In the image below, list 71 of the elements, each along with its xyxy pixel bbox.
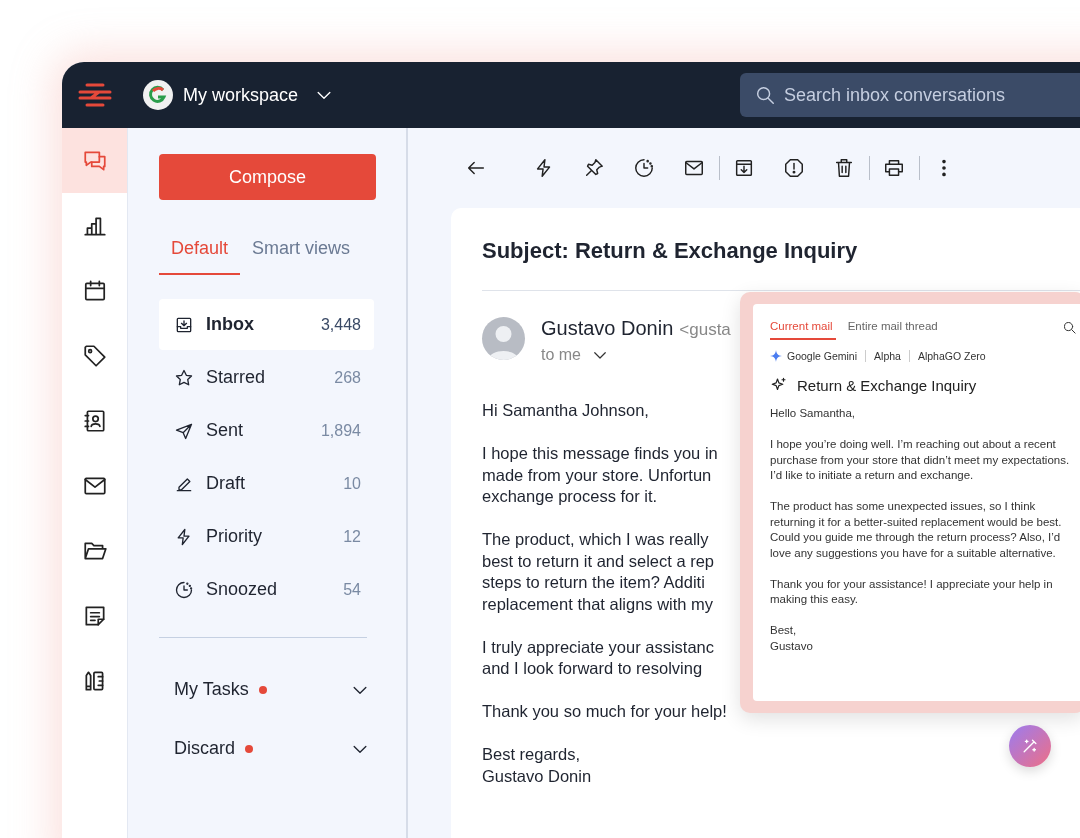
section-header[interactable]: Discard — [159, 719, 374, 778]
recipient-label: to me — [541, 346, 581, 364]
search-icon[interactable] — [1062, 320, 1077, 335]
draft-text: Hello Samantha, — [770, 406, 857, 421]
mail-subject: Subject: Return & Exchange Inquiry — [482, 238, 1080, 291]
mail-body-line: The product, which I was really — [482, 529, 709, 550]
mail-body-line: Best regards, — [482, 744, 581, 765]
folder-item[interactable]: Priority 12 — [159, 511, 374, 562]
archive-box-icon[interactable] — [733, 157, 755, 179]
mail-body-line: Hi Samantha Johnson, — [482, 400, 649, 421]
mail-body-line: and I look forward to resolving — [482, 658, 703, 679]
draft-text: I hope you’re doing well. I’m reaching out about a recent purchase from your store that didn’t meet my expectations. I’d like to initiate a return and exchange. — [770, 437, 1071, 483]
assistant-tab[interactable]: Entire mail thread — [847, 320, 938, 340]
mail-body-line: steps to return the item? Additi — [482, 572, 705, 593]
folder-item[interactable]: Sent 1,894 — [159, 405, 374, 456]
model-option[interactable]: AlphaGO Zero — [917, 350, 986, 362]
folder-count: 10 — [343, 474, 361, 493]
folder-label: Priority — [206, 526, 262, 547]
folder-label: Snoozed — [206, 579, 278, 600]
printer-icon[interactable] — [883, 157, 905, 179]
draft-title: Return & Exchange Inquiry — [797, 376, 977, 394]
assistant-tab[interactable]: Current mail — [770, 320, 836, 340]
draft-text: Gustavo — [770, 638, 814, 654]
draft-text: The product has some unexpected issues, so I think returning it for a better-suited replacement would be best. Could you guide me through the return process? Also, I’d love any suggestions you have for a suitable alternative. — [770, 499, 1063, 561]
section-label: My Tasks — [174, 679, 249, 700]
folder-label: Inbox — [206, 314, 254, 335]
star-icon — [174, 367, 194, 388]
folder-count: 54 — [343, 580, 361, 599]
draft-text: Best, — [770, 623, 798, 638]
section-header[interactable]: My Tasks — [159, 660, 374, 719]
folder-item[interactable]: Snoozed 54 — [159, 564, 374, 615]
folder-label: Starred — [206, 367, 266, 388]
mail-body-line: replacement that aligns with my — [482, 593, 714, 615]
model-option[interactable]: Alpha — [874, 350, 901, 362]
mail-body-line: best to return it and select a rep — [482, 550, 715, 572]
folder-count: 268 — [334, 368, 361, 387]
mail-body-line: Gustavo Donin — [482, 765, 592, 787]
workspace-name[interactable]: My workspace — [183, 84, 299, 106]
view-tab[interactable]: Default — [159, 226, 241, 275]
mail-body-line: I truly appreciate your assistanc — [482, 636, 715, 658]
workspace-logo — [143, 80, 173, 110]
folder-count: 12 — [343, 527, 361, 546]
four-point-star-icon — [770, 350, 782, 362]
view-tab[interactable]: Smart views — [240, 226, 363, 275]
folder-item[interactable]: Inbox 3,448 — [159, 299, 374, 350]
folder-label: Sent — [206, 420, 244, 441]
section-label: Discard — [174, 738, 235, 759]
mail-body-line: made from your store. Unfortun — [482, 464, 712, 486]
folder-count: 1,894 — [320, 421, 361, 440]
model-option[interactable]: Google Gemini — [787, 350, 858, 362]
folder-item[interactable]: Draft 10 — [159, 458, 374, 509]
folder-label: Draft — [206, 473, 245, 494]
draft-text: Thank you for your assistance! I appreciate your help in making this easy. — [770, 576, 1054, 607]
mail-body-line: I hope this message finds you in — [482, 443, 718, 464]
mail-body-line: exchange process for it. — [482, 486, 658, 507]
tag-icon — [81, 342, 108, 369]
folder-count: 3,448 — [320, 315, 361, 334]
mail-body-line: Thank you so much for your help! — [482, 701, 727, 722]
search-icon — [754, 84, 776, 106]
alert-octagon-icon[interactable] — [783, 157, 805, 179]
sender-name: Gustavo Donin — [541, 317, 674, 339]
avatar-silhouette — [482, 317, 525, 360]
clock-icon[interactable] — [633, 157, 655, 179]
contact-book-icon — [81, 407, 108, 434]
clock-icon — [174, 579, 194, 600]
search-field[interactable]: Search inbox conversations — [740, 73, 1080, 117]
compose-button[interactable]: Compose — [159, 154, 376, 200]
pin-icon[interactable] — [583, 157, 605, 179]
folder-item[interactable]: Starred 268 — [159, 352, 374, 403]
sender-address: <gusta — [679, 320, 731, 339]
trash-icon[interactable] — [833, 157, 855, 179]
